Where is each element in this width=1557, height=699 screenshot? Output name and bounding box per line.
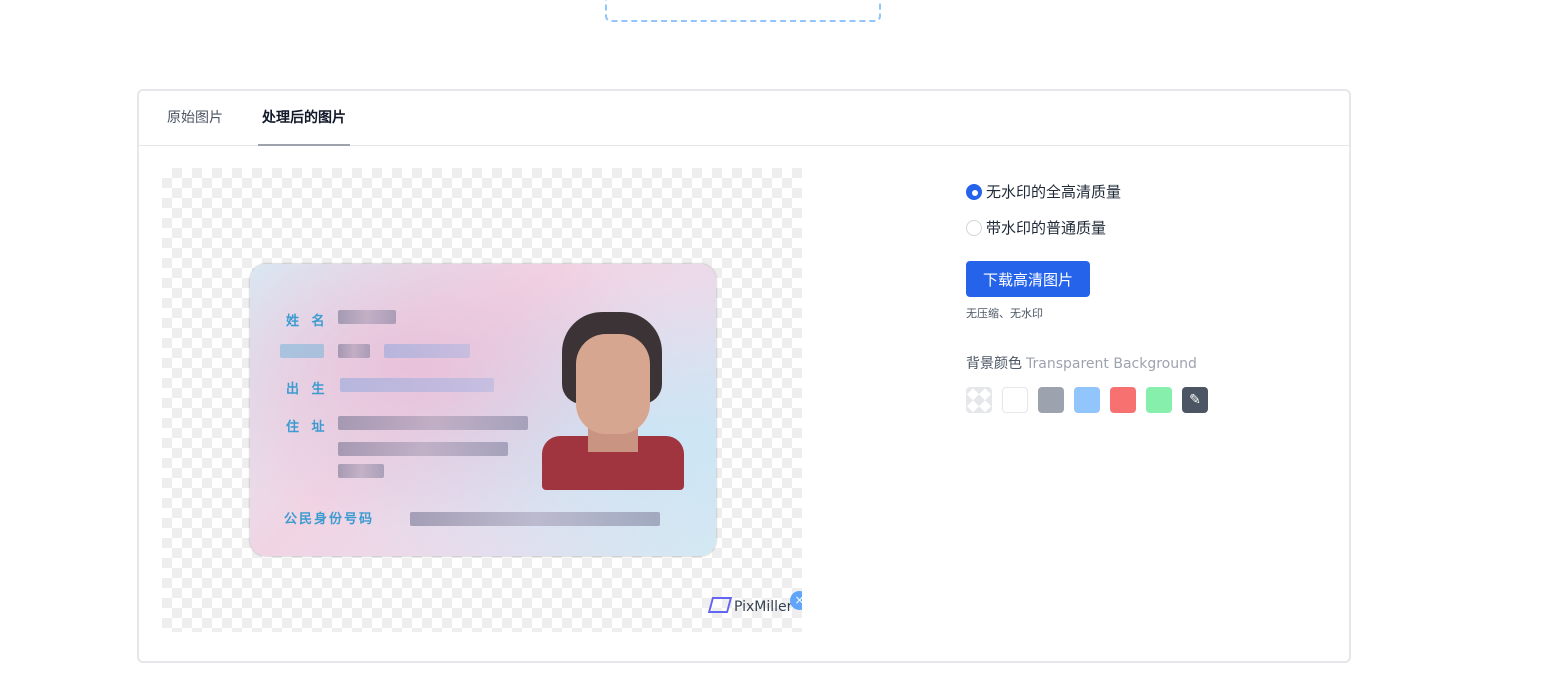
watermark-text: PixMiller bbox=[734, 599, 793, 615]
upload-dropzone[interactable] bbox=[605, 0, 881, 22]
background-swatches: ✎ bbox=[966, 387, 1218, 413]
swatch-transparent[interactable] bbox=[966, 387, 992, 413]
swatch-blue[interactable] bbox=[1074, 387, 1100, 413]
remove-watermark-close-icon[interactable]: × bbox=[790, 591, 802, 610]
tab-original-image[interactable]: 原始图片 bbox=[159, 91, 231, 145]
swatch-red[interactable] bbox=[1110, 387, 1136, 413]
eyedropper-icon: ✎ bbox=[1189, 392, 1201, 408]
image-preview: 姓 名 出 生 住 址 公民身份号码 PixMiller × bbox=[162, 168, 802, 632]
background-color-title: 背景颜色 bbox=[966, 356, 1022, 372]
card-label-address: 住 址 bbox=[286, 420, 329, 435]
swatch-gray[interactable] bbox=[1038, 387, 1064, 413]
card-label-name: 姓 名 bbox=[286, 314, 329, 329]
swatch-white[interactable] bbox=[1002, 387, 1028, 413]
background-color-label: 背景颜色 Transparent Background bbox=[966, 353, 1197, 373]
tab-bar: 原始图片 处理后的图片 bbox=[139, 91, 1349, 146]
quality-option-hd[interactable]: 无水印的全高清质量 bbox=[966, 181, 1121, 202]
swatch-green[interactable] bbox=[1146, 387, 1172, 413]
swatch-custom-color[interactable]: ✎ bbox=[1182, 387, 1208, 413]
blurred-address-1 bbox=[338, 416, 528, 430]
quality-option-normal[interactable]: 带水印的普通质量 bbox=[966, 217, 1106, 238]
blurred-gender-label bbox=[280, 344, 324, 358]
portrait-photo bbox=[540, 310, 686, 490]
id-card-image: 姓 名 出 生 住 址 公民身份号码 bbox=[250, 264, 716, 556]
card-label-birth: 出 生 bbox=[286, 382, 329, 397]
blurred-address-2 bbox=[338, 442, 508, 456]
quality-option-hd-label: 无水印的全高清质量 bbox=[986, 183, 1122, 201]
tab-processed-image[interactable]: 处理后的图片 bbox=[258, 91, 350, 146]
blurred-birth bbox=[340, 378, 494, 392]
result-panel: 原始图片 处理后的图片 姓 名 出 生 住 址 公民身份号码 PixMiller… bbox=[137, 89, 1351, 663]
watermark-badge[interactable]: PixMiller bbox=[707, 597, 793, 615]
blurred-address-3 bbox=[338, 464, 384, 478]
radio-unselected-icon[interactable] bbox=[966, 220, 982, 236]
pixmiller-logo-icon bbox=[707, 597, 733, 613]
blurred-name bbox=[338, 310, 396, 324]
quality-option-normal-label: 带水印的普通质量 bbox=[986, 219, 1107, 237]
radio-selected-icon[interactable] bbox=[966, 184, 982, 200]
blurred-id-number bbox=[410, 512, 660, 526]
card-label-id-number: 公民身份号码 bbox=[284, 512, 375, 527]
blurred-ethnicity bbox=[384, 344, 470, 358]
background-color-value: Transparent Background bbox=[1026, 356, 1197, 372]
download-hd-button[interactable]: 下载高清图片 bbox=[966, 261, 1090, 297]
download-note: 无压缩、无水印 bbox=[966, 307, 1043, 320]
blurred-gender bbox=[338, 344, 370, 358]
